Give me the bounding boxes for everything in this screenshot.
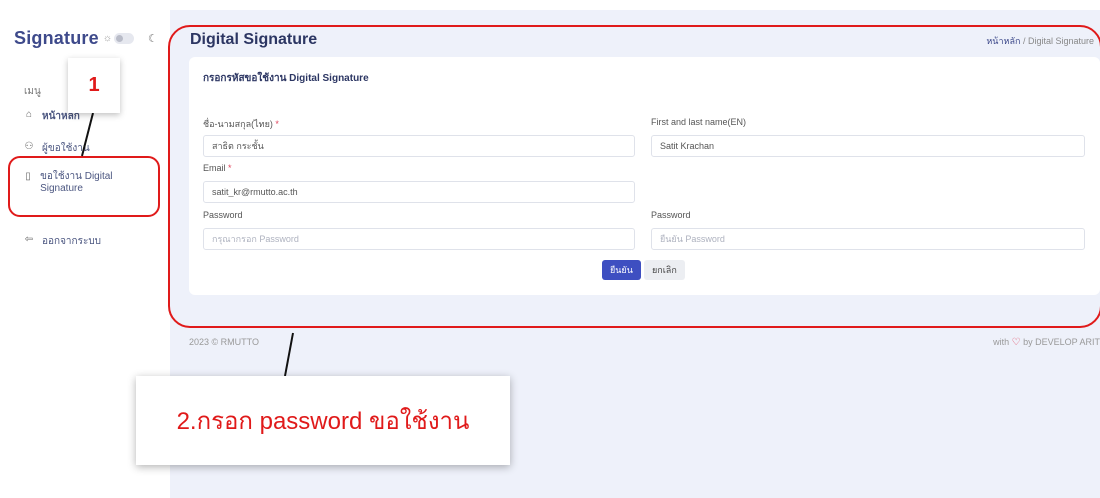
theme-toggle[interactable]: ☼ [103, 33, 134, 44]
sidebar-item-requesters[interactable]: ⚇ ผู้ขอใช้งาน [22, 141, 90, 156]
heart-icon: ♡ [1011, 337, 1021, 348]
footer-copyright: 2023 © RMUTTO [189, 337, 259, 347]
annotation-outline-form [168, 25, 1100, 328]
footer-credit: with ♡ by DEVELOP ARIT [993, 337, 1100, 348]
annotation-step-2-text: 2.กรอก password ขอใช้งาน [176, 408, 470, 435]
brand-logo[interactable]: Signature [14, 28, 99, 49]
annotation-outline-sidebar-item [8, 156, 160, 217]
menu-title: เมนู [24, 86, 41, 97]
toggle-switch[interactable] [114, 33, 134, 44]
sun-icon: ☼ [102, 33, 112, 44]
moon-icon[interactable]: ☾ [148, 32, 158, 45]
sidebar-item-label: ผู้ขอใช้งาน [42, 143, 90, 154]
home-icon: ⌂ [25, 109, 33, 120]
annotation-step-2: 2.กรอก password ขอใช้งาน [136, 376, 510, 465]
annotation-step-1-text: 1 [88, 74, 100, 96]
logout-icon: ⇦ [24, 234, 34, 245]
sidebar-item-logout[interactable]: ⇦ ออกจากระบบ [22, 234, 101, 249]
brand-row: Signature ☼ ☾ [14, 28, 158, 49]
annotation-step-1: 1 [68, 58, 120, 113]
sidebar-item-label: ออกจากระบบ [42, 236, 102, 247]
users-icon: ⚇ [24, 141, 34, 152]
